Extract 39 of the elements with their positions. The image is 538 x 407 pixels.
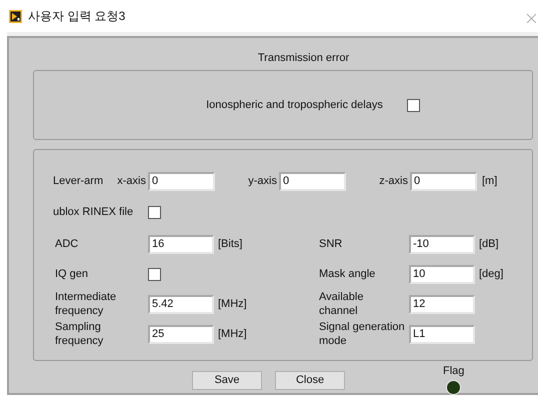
input-field[interactable]: 12	[409, 294, 475, 314]
delays-label: Ionospheric and tropospheric delays	[206, 98, 383, 113]
field-label: SNR	[319, 237, 344, 251]
field-label: Sampling frequency	[54, 320, 104, 348]
input-field[interactable]: 0	[148, 172, 215, 190]
input-field[interactable]: 5.42	[148, 294, 214, 314]
input-field[interactable]: 10	[409, 264, 475, 284]
field-label: Mask angle	[319, 267, 376, 281]
unit-label: [dB]	[479, 236, 499, 252]
unit-label: [m]	[482, 174, 498, 189]
ublox-label: ublox RINEX file	[53, 204, 134, 220]
field-label: Available channel	[319, 290, 364, 318]
checkbox[interactable]	[148, 268, 161, 280]
checkbox[interactable]	[148, 206, 161, 218]
input-field[interactable]: L1	[409, 324, 475, 344]
field-label: ADC	[54, 237, 80, 251]
unit-label: [MHz]	[218, 326, 247, 342]
field-label: Signal generation mode	[319, 320, 405, 348]
axis-label: z-axis	[378, 174, 409, 189]
input-field[interactable]: 0	[279, 172, 346, 190]
checkbox[interactable]	[406, 98, 420, 112]
flag-label: Flag	[443, 365, 464, 377]
dialog-button[interactable]: Close	[275, 371, 345, 390]
input-field[interactable]: -10	[409, 234, 475, 254]
field-label: IQ gen	[54, 267, 90, 281]
unit-label: [deg]	[479, 266, 504, 282]
unit-label: [MHz]	[218, 296, 247, 312]
unit-label: [Bits]	[218, 236, 242, 252]
input-field[interactable]: 0	[410, 172, 477, 190]
window-app-icon	[9, 10, 22, 22]
window-title: 사용자 입력 요청3	[28, 8, 126, 25]
axis-label: x-axis	[116, 174, 147, 189]
input-field[interactable]: 16	[148, 234, 214, 254]
section-title: Transmission error	[256, 51, 350, 66]
axis-label: y-axis	[247, 174, 278, 189]
field-label: Intermediate frequency	[54, 290, 118, 318]
input-field[interactable]: 25	[148, 324, 214, 344]
dialog-button[interactable]: Save	[192, 371, 262, 390]
lever-arm-label: Lever-arm	[53, 174, 104, 189]
